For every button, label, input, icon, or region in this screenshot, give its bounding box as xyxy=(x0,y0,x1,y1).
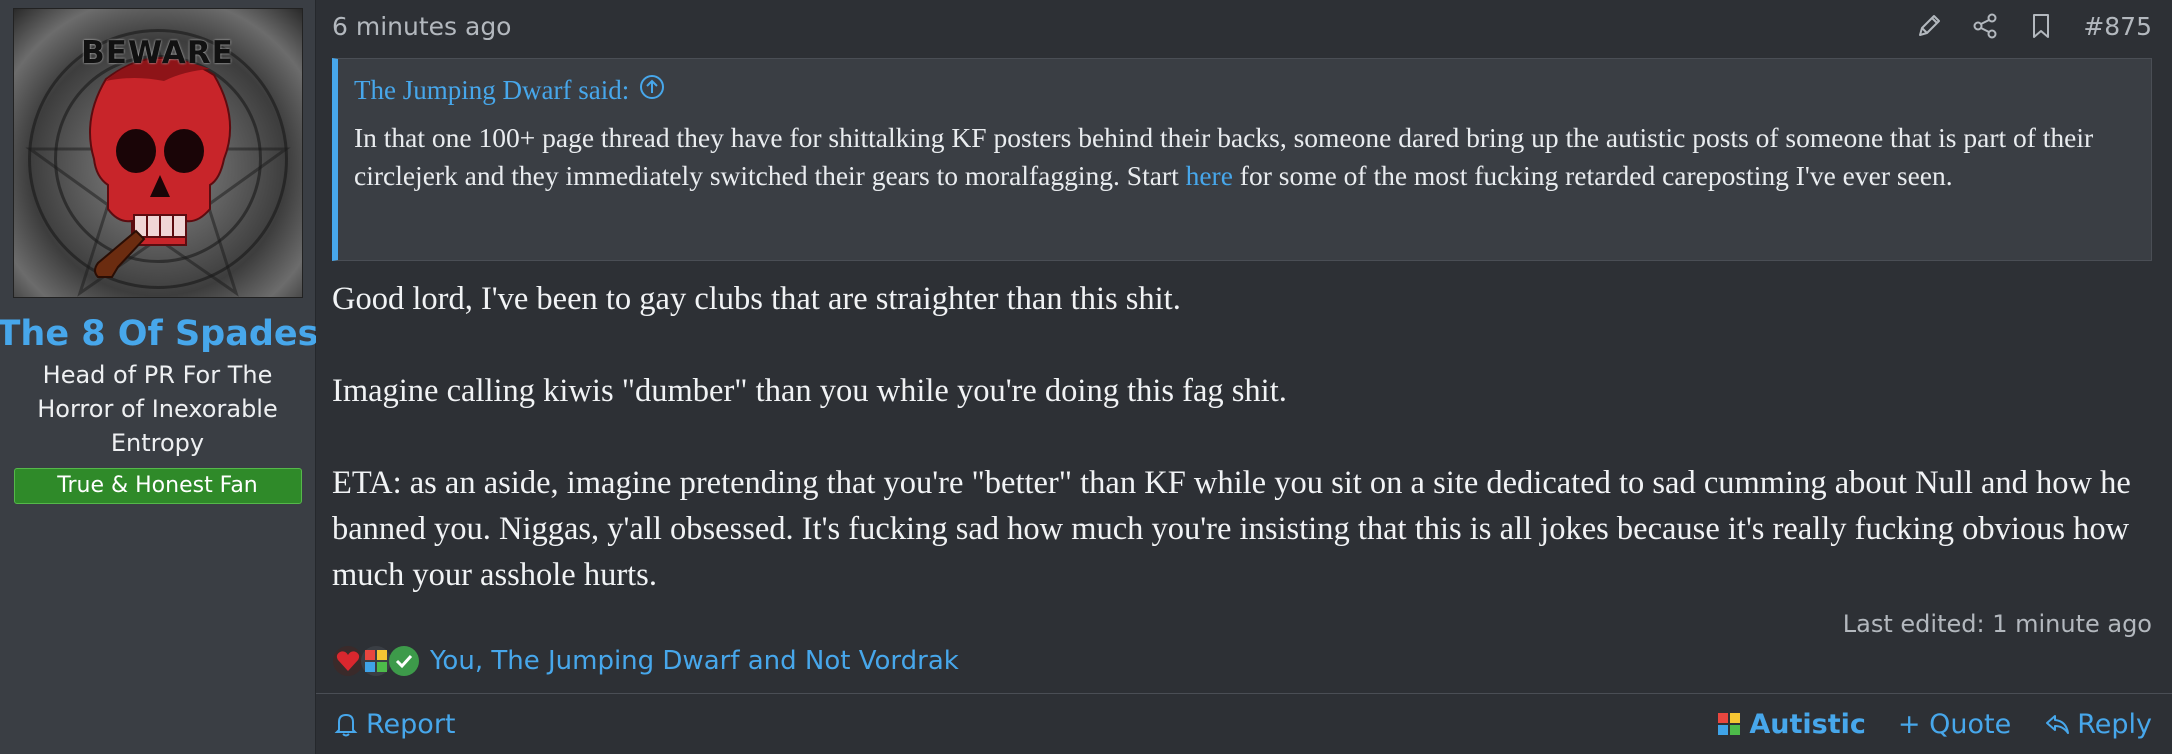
edit-icon[interactable] xyxy=(1915,12,1943,40)
quote-body: In that one 100+ page thread they have f… xyxy=(354,119,2133,195)
last-edited: Last edited: 1 minute ago xyxy=(1842,610,2152,638)
user-banner: True & Honest Fan xyxy=(13,468,302,504)
user-column: BEWARE The 8 Of Spades Head of PR For Th… xyxy=(0,0,318,754)
quote-block: The Jumping Dwarf said: In that one 100+… xyxy=(332,58,2152,261)
quote-link[interactable]: here xyxy=(1186,160,1233,191)
check-icon xyxy=(388,645,420,677)
post-time[interactable]: 6 minutes ago xyxy=(332,12,511,41)
avatar-text: BEWARE xyxy=(81,35,234,71)
quote-button[interactable]: + Quote xyxy=(1898,709,2011,740)
bell-icon xyxy=(332,710,360,738)
avatar[interactable]: BEWARE xyxy=(12,8,303,298)
message-paragraph: Imagine calling kiwis "dumber" than you … xyxy=(332,373,1287,409)
message-body: Good lord, I've been to gay clubs that a… xyxy=(332,276,2172,598)
post-main: 6 minutes ago #875 The Jumping Dwarf sai… xyxy=(316,0,2172,754)
footer-actions: Autistic + Quote Reply xyxy=(1715,709,2152,740)
reply-button[interactable]: Reply xyxy=(2043,709,2152,740)
share-icon[interactable] xyxy=(1971,12,1999,40)
post-number[interactable]: #875 xyxy=(2083,12,2152,41)
forum-post: BEWARE The 8 Of Spades Head of PR For Th… xyxy=(0,0,2172,754)
reactions-bar[interactable]: You, The Jumping Dwarf and Not Vordrak xyxy=(332,642,959,680)
bookmark-icon[interactable] xyxy=(2027,12,2055,40)
post-header: 6 minutes ago #875 xyxy=(332,6,2152,46)
reply-label: Reply xyxy=(2077,708,2152,740)
autistic-label: Autistic xyxy=(1749,708,1866,740)
reaction-users[interactable]: You, The Jumping Dwarf and Not Vordrak xyxy=(430,646,959,676)
username[interactable]: The 8 Of Spades xyxy=(0,314,318,354)
message-paragraph: Good lord, I've been to gay clubs that a… xyxy=(332,281,1181,317)
puzzle-icon xyxy=(1715,710,1743,738)
reply-icon xyxy=(2043,710,2071,738)
reaction-icons xyxy=(332,645,419,677)
report-label: Report xyxy=(366,708,456,740)
quote-text-after: for some of the most fucking retarded ca… xyxy=(1232,160,1953,191)
quote-author[interactable]: The Jumping Dwarf said: xyxy=(354,75,629,106)
message-paragraph: ETA: as an aside, imagine pretending tha… xyxy=(332,465,2131,593)
quote-header[interactable]: The Jumping Dwarf said: xyxy=(354,71,2133,109)
arrow-up-circle-icon[interactable] xyxy=(639,74,665,107)
quote-label: + Quote xyxy=(1897,708,2012,740)
report-button[interactable]: Report xyxy=(332,709,456,740)
user-title: Head of PR For The Horror of Inexorable … xyxy=(37,361,278,457)
post-footer: Report Autistic + Quote Reply xyxy=(316,693,2172,754)
autistic-reaction-button[interactable]: Autistic xyxy=(1715,709,1866,740)
post-actions: #875 xyxy=(1915,12,2152,41)
